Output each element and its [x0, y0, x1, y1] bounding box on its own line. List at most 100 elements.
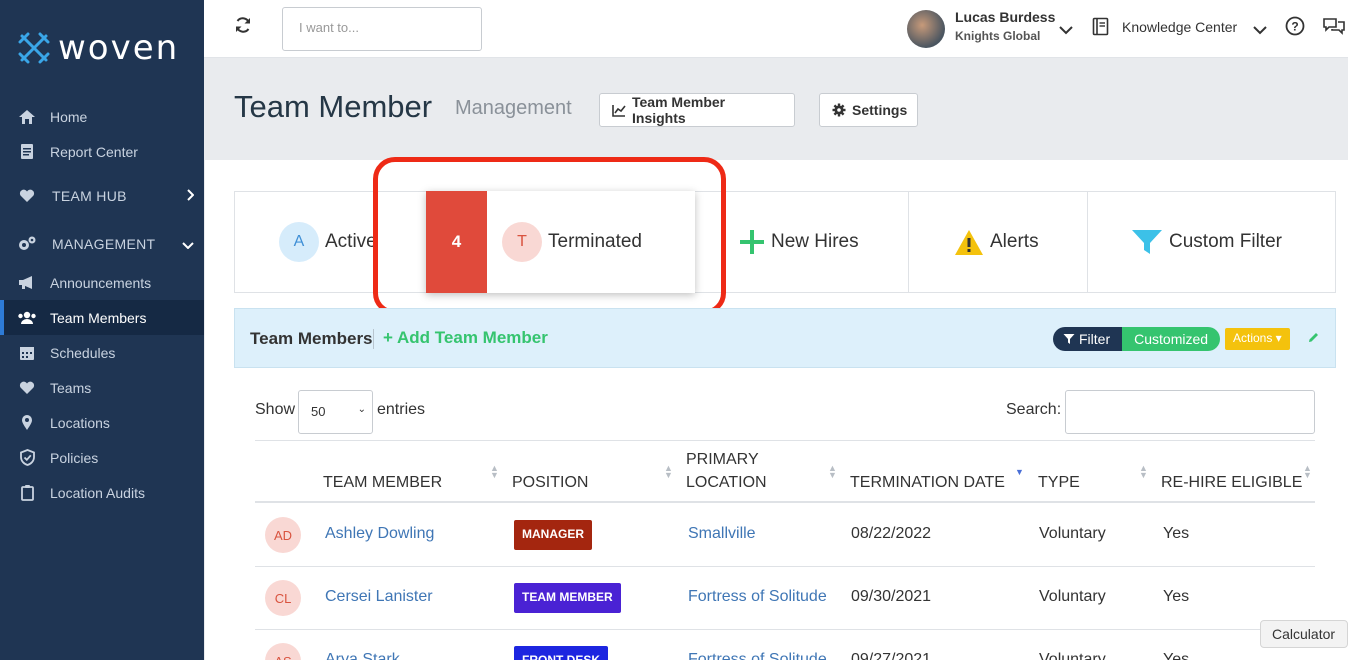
sort-icon[interactable]: ▲ ▼	[1139, 464, 1148, 480]
sidebar-item-home[interactable]: Home	[0, 99, 204, 134]
rehire-eligible: Yes	[1163, 588, 1190, 605]
sidebar-item-teams[interactable]: Teams	[0, 370, 204, 405]
chevron-down-icon	[182, 236, 194, 252]
sidebar-item-team-members[interactable]: Team Members	[0, 300, 204, 335]
i-want-to-input[interactable]: I want to...	[282, 7, 482, 51]
filter-label: Filter	[1079, 331, 1111, 347]
search-input[interactable]	[1065, 390, 1315, 434]
page-size-select[interactable]: 50 ⌄	[298, 390, 373, 434]
heart-icon	[16, 189, 38, 203]
column-primary-location-line2: LOCATION	[686, 474, 767, 491]
sidebar-section-team-hub[interactable]: TEAM HUB	[0, 178, 204, 213]
sort-icon[interactable]: ▲ ▼	[664, 464, 673, 480]
help-icon[interactable]: ?	[1285, 16, 1305, 41]
tab-letter-badge: T	[502, 222, 542, 262]
sidebar-item-announcements[interactable]: Announcements	[0, 265, 204, 300]
report-icon	[16, 143, 38, 160]
filter-button[interactable]: Filter	[1053, 327, 1123, 351]
map-pin-icon	[16, 414, 38, 431]
filter-toggle[interactable]: Filter Customized	[1053, 327, 1221, 351]
table-row[interactable]: AS Arya Stark FRONT DESK Fortress of Sol…	[255, 630, 1315, 660]
sort-desc-icon[interactable]: ▼	[1015, 468, 1024, 477]
location-link[interactable]: Fortress of Solitude	[688, 588, 827, 606]
sidebar-item-schedules[interactable]: Schedules	[0, 335, 204, 370]
search-label: Search:	[1006, 401, 1062, 418]
table-row[interactable]: CL Cersei Lanister TEAM MEMBER Fortress …	[255, 567, 1315, 630]
user-name[interactable]: Lucas Burdess	[955, 9, 1055, 25]
team-members-title: Team Members	[250, 329, 373, 348]
sidebar-item-label: TEAM HUB	[52, 187, 127, 204]
team-member-name-link[interactable]: Arya Stark	[325, 651, 400, 660]
status-tabs: A Active New Hires Alerts Custom Filter	[234, 191, 1336, 293]
tab-label: Alerts	[990, 231, 1039, 252]
home-icon	[16, 109, 38, 125]
column-rehire-eligible[interactable]: RE-HIRE ELIGIBLE	[1161, 471, 1302, 494]
position-badge: FRONT DESK	[514, 646, 608, 660]
initials-avatar: AS	[265, 643, 301, 660]
tab-letter-badge: A	[279, 222, 319, 262]
sort-icon[interactable]: ▲ ▼	[1303, 464, 1312, 480]
sidebar-item-label: Team Members	[50, 309, 147, 326]
entries-label: entries	[377, 401, 426, 418]
divider	[373, 329, 374, 349]
sidebar-item-policies[interactable]: Policies	[0, 440, 204, 475]
calendar-icon	[16, 345, 38, 361]
actions-dropdown[interactable]: Actions ▾	[1225, 328, 1290, 350]
chevron-down-icon[interactable]	[1253, 22, 1267, 40]
sidebar-section-management[interactable]: MANAGEMENT	[0, 226, 204, 261]
show-label: Show	[255, 401, 296, 418]
calculator-button[interactable]: Calculator	[1260, 620, 1348, 648]
table-row[interactable]: AD Ashley Dowling MANAGER Smallville 08/…	[255, 504, 1315, 567]
column-primary-location[interactable]: PRIMARY LOCATION	[686, 448, 767, 494]
tab-custom-filter[interactable]: Custom Filter	[1088, 192, 1336, 292]
sidebar-item-label: Locations	[50, 414, 110, 431]
sidebar-item-report-center[interactable]: Report Center	[0, 134, 204, 169]
customized-label[interactable]: Customized	[1122, 327, 1221, 351]
column-type[interactable]: TYPE	[1038, 471, 1080, 494]
line-chart-icon	[612, 104, 626, 117]
page-subtitle: Management	[455, 97, 572, 119]
tab-new-hires[interactable]: New Hires	[696, 192, 909, 292]
column-position[interactable]: POSITION	[512, 471, 588, 494]
book-icon[interactable]	[1092, 17, 1109, 41]
sort-icon[interactable]: ▲ ▼	[828, 464, 837, 480]
tab-label: New Hires	[771, 231, 859, 252]
column-termination-date[interactable]: TERMINATION DATE	[850, 471, 1005, 494]
sidebar-item-label: Announcements	[50, 274, 152, 291]
user-org: Knights Global	[955, 29, 1041, 43]
pencil-icon[interactable]	[1307, 331, 1320, 349]
filter-icon	[1063, 333, 1075, 345]
sidebar-item-label: Home	[50, 108, 88, 125]
team-members-toolbar: Team Members + Add Team Member Filter Cu…	[234, 308, 1336, 368]
chevron-down-icon[interactable]	[1059, 22, 1073, 40]
location-link[interactable]: Smallville	[688, 525, 756, 543]
woven-logo[interactable]: woven	[18, 28, 179, 68]
settings-button[interactable]: Settings	[819, 93, 918, 127]
sidebar-item-locations[interactable]: Locations	[0, 405, 204, 440]
sidebar-item-label: Policies	[50, 449, 99, 466]
add-team-member-button[interactable]: + Add Team Member	[383, 328, 548, 348]
terminated-count-badge: 4	[426, 191, 487, 293]
column-primary-location-line1: PRIMARY	[686, 451, 759, 468]
clipboard-icon	[16, 484, 38, 501]
sidebar-item-label: Report Center	[50, 143, 138, 160]
tab-terminated[interactable]: 4 T Terminated	[426, 191, 695, 293]
insights-label: Team Member Insights	[632, 94, 726, 126]
team-member-name-link[interactable]: Cersei Lanister	[325, 588, 433, 606]
rehire-eligible: Yes	[1163, 525, 1190, 542]
position-badge: TEAM MEMBER	[514, 583, 621, 613]
team-member-insights-button[interactable]: Team Member Insights	[599, 93, 795, 127]
tab-alerts[interactable]: Alerts	[909, 192, 1088, 292]
knowledge-center-link[interactable]: Knowledge Center	[1122, 19, 1237, 35]
team-member-name-link[interactable]: Ashley Dowling	[325, 525, 434, 543]
megaphone-icon	[16, 275, 38, 290]
sort-icon[interactable]: ▲ ▼	[490, 464, 499, 480]
avatar[interactable]	[907, 10, 945, 48]
sidebar-item-location-audits[interactable]: Location Audits	[0, 475, 204, 510]
tab-active[interactable]: A Active	[235, 192, 427, 292]
chat-icon[interactable]	[1322, 16, 1346, 41]
location-link[interactable]: Fortress of Solitude	[688, 651, 827, 660]
refresh-icon[interactable]	[234, 16, 252, 39]
column-team-member[interactable]: TEAM MEMBER	[323, 471, 442, 494]
termination-date: 08/22/2022	[851, 525, 932, 542]
